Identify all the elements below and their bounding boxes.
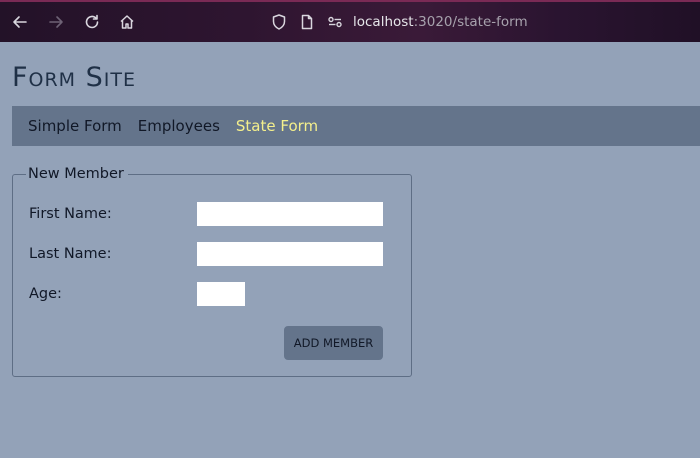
- url-host: localhost: [353, 14, 414, 30]
- first-name-input[interactable]: [197, 202, 383, 226]
- url-path: :3020/state-form: [413, 14, 528, 30]
- forward-arrow-icon[interactable]: [46, 12, 66, 32]
- page-icon[interactable]: [297, 12, 317, 32]
- last-name-label: Last Name:: [29, 246, 112, 262]
- add-member-button[interactable]: ADD MEMBER: [284, 326, 383, 360]
- home-icon[interactable]: [117, 12, 137, 32]
- address-bar[interactable]: localhost:3020/state-form: [353, 14, 528, 30]
- first-name-label: First Name:: [29, 206, 112, 222]
- age-input[interactable]: [197, 282, 245, 306]
- reload-icon[interactable]: [82, 12, 102, 32]
- nav-simple-form[interactable]: Simple Form: [28, 117, 122, 135]
- fieldset-legend: New Member: [28, 166, 124, 182]
- browser-toolbar: localhost:3020/state-form: [0, 0, 700, 42]
- main-nav: Simple Form Employees State Form: [12, 106, 700, 146]
- nav-state-form[interactable]: State Form: [236, 117, 318, 135]
- shield-icon[interactable]: [269, 12, 289, 32]
- back-arrow-icon[interactable]: [10, 12, 30, 32]
- age-label: Age:: [29, 286, 62, 302]
- permissions-icon[interactable]: [325, 12, 345, 32]
- last-name-input[interactable]: [197, 242, 383, 266]
- nav-employees[interactable]: Employees: [138, 117, 220, 135]
- site-title: Form Site: [12, 62, 137, 93]
